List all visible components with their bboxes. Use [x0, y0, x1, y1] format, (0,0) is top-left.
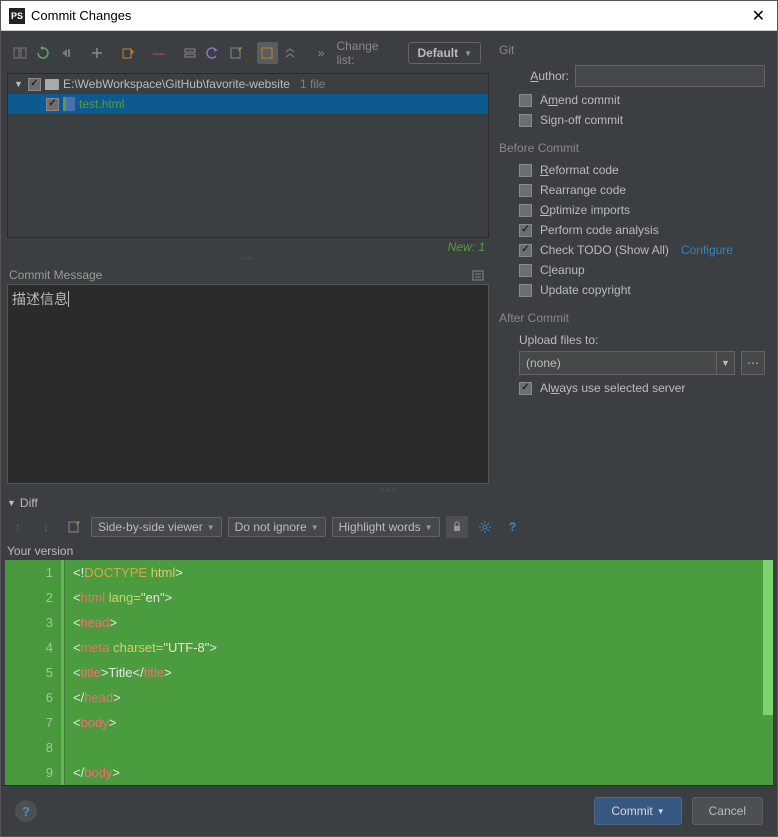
undo-icon[interactable]: [202, 42, 223, 64]
commit-dialog: PS Commit Changes ✕ —: [0, 0, 778, 837]
cancel-button[interactable]: Cancel: [692, 797, 763, 825]
commit-message-header: Commit Message: [9, 268, 102, 282]
folder-icon: [45, 79, 59, 90]
your-version-label: Your version: [1, 542, 777, 560]
diff-collapse-arrow-icon[interactable]: ▼: [7, 498, 16, 508]
tree-root-count: 1 file: [300, 77, 325, 91]
always-server-checkbox[interactable]: [519, 382, 532, 395]
configure-link[interactable]: Configure: [681, 243, 733, 257]
new-changelist-icon[interactable]: [86, 42, 107, 64]
chevron-down-icon: ▼: [311, 523, 319, 532]
window-title: Commit Changes: [31, 8, 748, 23]
reformat-label: Reformat code: [540, 163, 619, 177]
reformat-checkbox[interactable]: [519, 164, 532, 177]
file-tree[interactable]: ▼ E:\WebWorkspace\GitHub\favorite-websit…: [7, 73, 489, 238]
chevron-down-icon: ▼: [464, 49, 472, 58]
diff-toolbar: ↑ ↓ Side-by-side viewer▼ Do not ignore▼ …: [1, 512, 777, 542]
file-checkbox[interactable]: [46, 98, 59, 111]
signoff-label: Sign-off commit: [540, 113, 623, 127]
cleanup-checkbox[interactable]: [519, 264, 532, 277]
html-file-icon: [63, 97, 75, 111]
history-icon[interactable]: [471, 268, 485, 282]
tree-root-row[interactable]: ▼ E:\WebWorkspace\GitHub\favorite-websit…: [8, 74, 488, 94]
optimize-checkbox[interactable]: [519, 204, 532, 217]
help-icon[interactable]: ?: [502, 516, 524, 538]
changelist-label: Change list:: [333, 39, 400, 67]
chevron-down-icon: ▼: [425, 523, 433, 532]
show-diff-icon[interactable]: [9, 42, 30, 64]
left-panel: — » Change list: Default ▼: [1, 31, 491, 486]
next-diff-icon[interactable]: ↓: [35, 516, 57, 538]
changelist-select[interactable]: Default ▼: [408, 42, 481, 64]
upload-browse-button[interactable]: ⋯: [741, 351, 765, 375]
rollback-icon[interactable]: [55, 42, 76, 64]
cleanup-label: Cleanup: [540, 263, 585, 277]
rearrange-checkbox[interactable]: [519, 184, 532, 197]
chevron-down-icon: ▼: [716, 352, 734, 374]
before-section-header: Before Commit: [499, 141, 765, 157]
commit-button[interactable]: Commit▼: [594, 797, 681, 825]
scroll-marker: [763, 560, 773, 715]
refresh-icon[interactable]: [32, 42, 53, 64]
todo-checkbox[interactable]: [519, 244, 532, 257]
group-icon[interactable]: [179, 42, 200, 64]
move-changelist-icon[interactable]: [117, 42, 138, 64]
chevron-down-icon: ▼: [207, 523, 215, 532]
root-checkbox[interactable]: [28, 78, 41, 91]
new-files-count: New: 1: [5, 238, 491, 254]
changelist-arrows-icon: »: [315, 46, 328, 60]
expand-arrow-icon[interactable]: ▼: [14, 79, 24, 89]
ignore-select[interactable]: Do not ignore▼: [228, 517, 326, 537]
right-panel: Git Author: Amend commit Sign-off commit…: [491, 31, 777, 486]
settings-gear-icon[interactable]: [474, 516, 496, 538]
collapse-all-icon[interactable]: [280, 42, 301, 64]
line-gutter: 123456789: [5, 560, 65, 785]
diff-header: Diff: [20, 496, 38, 510]
rearrange-label: Rearrange code: [540, 183, 626, 197]
commit-message-input[interactable]: 描述信息: [7, 284, 489, 484]
code-area[interactable]: <!DOCTYPE html> <html lang="en"> <head> …: [65, 560, 773, 785]
analysis-label: Perform code analysis: [540, 223, 659, 237]
tree-file-name: test.html: [79, 97, 124, 111]
viewer-mode-select[interactable]: Side-by-side viewer▼: [91, 517, 222, 537]
copyright-label: Update copyright: [540, 283, 631, 297]
upload-label: Upload files to:: [519, 333, 765, 347]
help-button[interactable]: ?: [15, 800, 37, 822]
amend-label: Amend commit: [540, 93, 620, 107]
upload-value: (none): [526, 356, 561, 370]
diff-editor[interactable]: 123456789 <!DOCTYPE html> <html lang="en…: [5, 560, 773, 785]
commit-toolbar: — » Change list: Default ▼: [5, 35, 491, 71]
amend-checkbox[interactable]: [519, 94, 532, 107]
author-label: Author:: [519, 69, 569, 83]
changelist-value: Default: [417, 46, 458, 60]
app-icon: PS: [9, 8, 25, 24]
optimize-label: Optimize imports: [540, 203, 630, 217]
tree-root-path: E:\WebWorkspace\GitHub\favorite-website: [63, 77, 290, 91]
signoff-checkbox[interactable]: [519, 114, 532, 127]
lock-icon[interactable]: [446, 516, 468, 538]
author-input[interactable]: [575, 65, 765, 87]
tree-file-row[interactable]: test.html: [8, 94, 488, 114]
copyright-checkbox[interactable]: [519, 284, 532, 297]
todo-label: Check TODO (Show All): [540, 243, 669, 257]
edit-source-icon[interactable]: [63, 516, 85, 538]
always-server-label: Always use selected server: [540, 381, 685, 395]
close-icon[interactable]: ✕: [748, 6, 769, 26]
resize-handle[interactable]: ┉┉: [5, 254, 491, 264]
dialog-footer: ? Commit▼ Cancel: [1, 785, 777, 836]
edit-icon[interactable]: [226, 42, 247, 64]
after-section-header: After Commit: [499, 311, 765, 327]
upload-select[interactable]: (none) ▼: [519, 351, 735, 375]
analysis-checkbox[interactable]: [519, 224, 532, 237]
prev-diff-icon[interactable]: ↑: [7, 516, 29, 538]
chevron-down-icon: ▼: [657, 807, 665, 816]
git-section-header: Git: [499, 43, 765, 59]
delete-icon[interactable]: —: [148, 42, 169, 64]
highlight-select[interactable]: Highlight words▼: [332, 517, 440, 537]
splitter-handle[interactable]: ┉┉┉: [1, 486, 777, 494]
titlebar: PS Commit Changes ✕: [1, 1, 777, 31]
expand-all-icon[interactable]: [257, 42, 278, 64]
